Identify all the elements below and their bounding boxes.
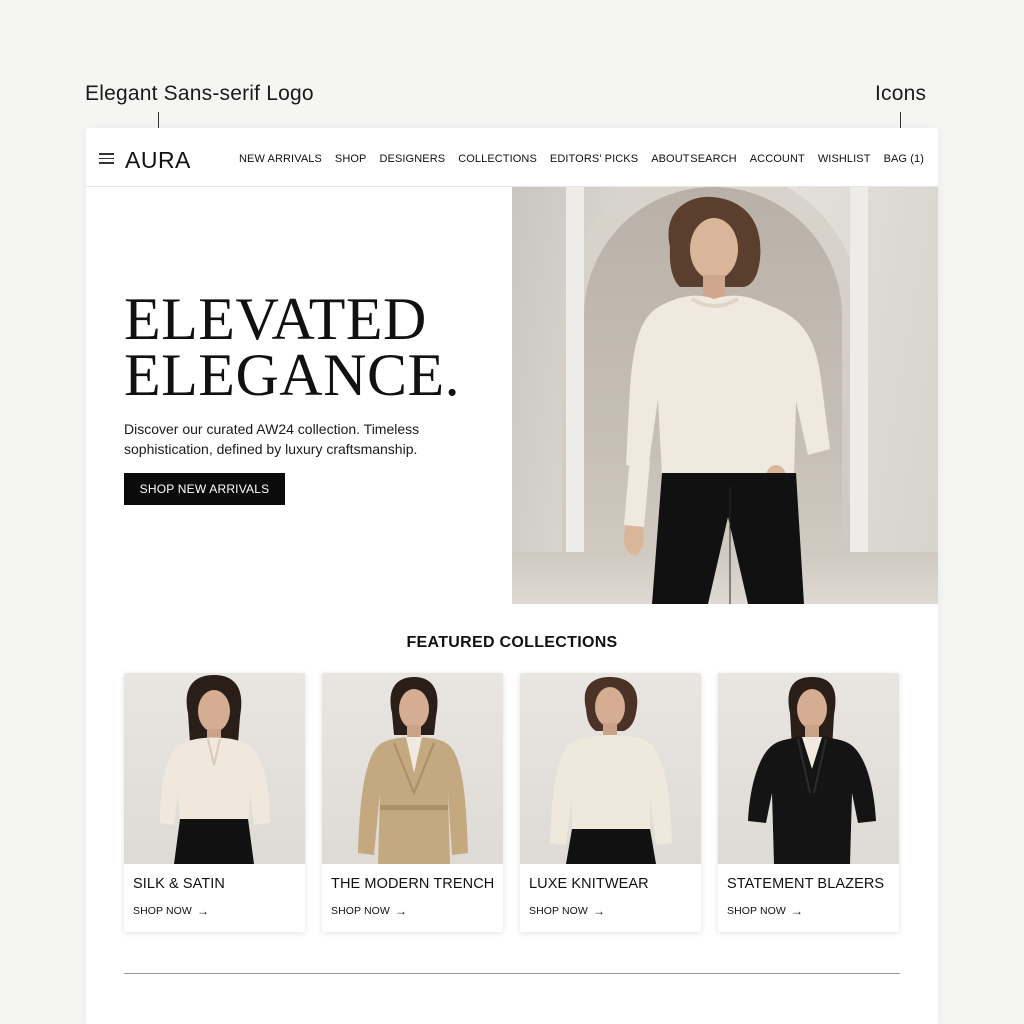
card-name: STATEMENT BLAZERS (727, 876, 885, 892)
section-divider (124, 973, 900, 974)
wishlist-link[interactable]: WISHLIST (818, 153, 871, 165)
shop-now-label: SHOP NOW (331, 905, 390, 917)
hero-subtitle: Discover our curated AW24 collection. Ti… (124, 421, 420, 457)
collection-cards: SILK & SATIN SHOP NOW → THE MODERN TRENC… (124, 673, 899, 932)
shop-now-link[interactable]: SHOP NOW → (133, 905, 209, 917)
annotation-logo-label: Elegant Sans-serif Logo (85, 82, 314, 105)
utility-nav: SEARCH ACCOUNT WISHLIST BAG (1) (690, 153, 924, 165)
nav-new-arrivals[interactable]: NEW ARRIVALS (239, 153, 322, 165)
arrow-right-icon: → (592, 904, 606, 918)
nav-designers[interactable]: DESIGNERS (379, 153, 445, 165)
arrow-right-icon: → (394, 904, 408, 918)
nav-about[interactable]: ABOUT (651, 153, 689, 165)
brand-logo[interactable]: AURA (125, 147, 191, 174)
collection-card-luxe-knitwear[interactable]: LUXE KNITWEAR SHOP NOW → (520, 673, 701, 932)
nav-collections[interactable]: COLLECTIONS (458, 153, 537, 165)
hamburger-menu-icon[interactable] (99, 153, 114, 164)
main-nav: NEW ARRIVALS SHOP DESIGNERS COLLECTIONS … (239, 153, 690, 165)
card-name: LUXE KNITWEAR (529, 876, 649, 892)
hero-title-line-2: ELEGANCE. (124, 342, 461, 408)
hero-title: ELEVATED ELEGANCE. (124, 286, 461, 408)
hero-model-figure (624, 196, 830, 604)
collection-card-silk-satin[interactable]: SILK & SATIN SHOP NOW → (124, 673, 305, 932)
hero-title-line-1: ELEVATED (124, 286, 427, 352)
account-link[interactable]: ACCOUNT (750, 153, 805, 165)
silk-satin-image (124, 673, 305, 864)
arrow-right-icon: → (790, 904, 804, 918)
search-link[interactable]: SEARCH (690, 153, 736, 165)
shop-now-label: SHOP NOW (727, 905, 786, 917)
card-name: THE MODERN TRENCH (331, 876, 495, 892)
statement-blazers-image (718, 673, 899, 864)
annotation-icons-label: Icons (875, 82, 927, 105)
modern-trench-image (322, 673, 503, 864)
shop-now-link[interactable]: SHOP NOW → (727, 905, 803, 917)
featured-collections-title: FEATURED COLLECTIONS (406, 634, 618, 651)
nav-editors-picks[interactable]: EDITORS' PICKS (550, 153, 638, 165)
collection-card-modern-trench[interactable]: THE MODERN TRENCH SHOP NOW → (322, 673, 503, 932)
shop-now-link[interactable]: SHOP NOW → (331, 905, 407, 917)
shop-now-label: SHOP NOW (529, 905, 588, 917)
shop-new-arrivals-button[interactable]: SHOP NEW ARRIVALS (124, 473, 285, 505)
hero-image (512, 187, 938, 604)
hero-section: ELEVATED ELEGANCE. Discover our curated … (86, 187, 938, 604)
website-page: AURA NEW ARRIVALS SHOP DESIGNERS COLLECT… (86, 128, 938, 1024)
shop-now-label: SHOP NOW (133, 905, 192, 917)
card-name: SILK & SATIN (133, 876, 225, 892)
site-header: AURA NEW ARRIVALS SHOP DESIGNERS COLLECT… (86, 128, 938, 187)
shop-now-link[interactable]: SHOP NOW → (529, 905, 605, 917)
bag-link[interactable]: BAG (1) (884, 153, 924, 165)
luxe-knitwear-image (520, 673, 701, 864)
collection-card-statement-blazers[interactable]: STATEMENT BLAZERS SHOP NOW → (718, 673, 899, 932)
arrow-right-icon: → (196, 904, 210, 918)
nav-shop[interactable]: SHOP (335, 153, 367, 165)
